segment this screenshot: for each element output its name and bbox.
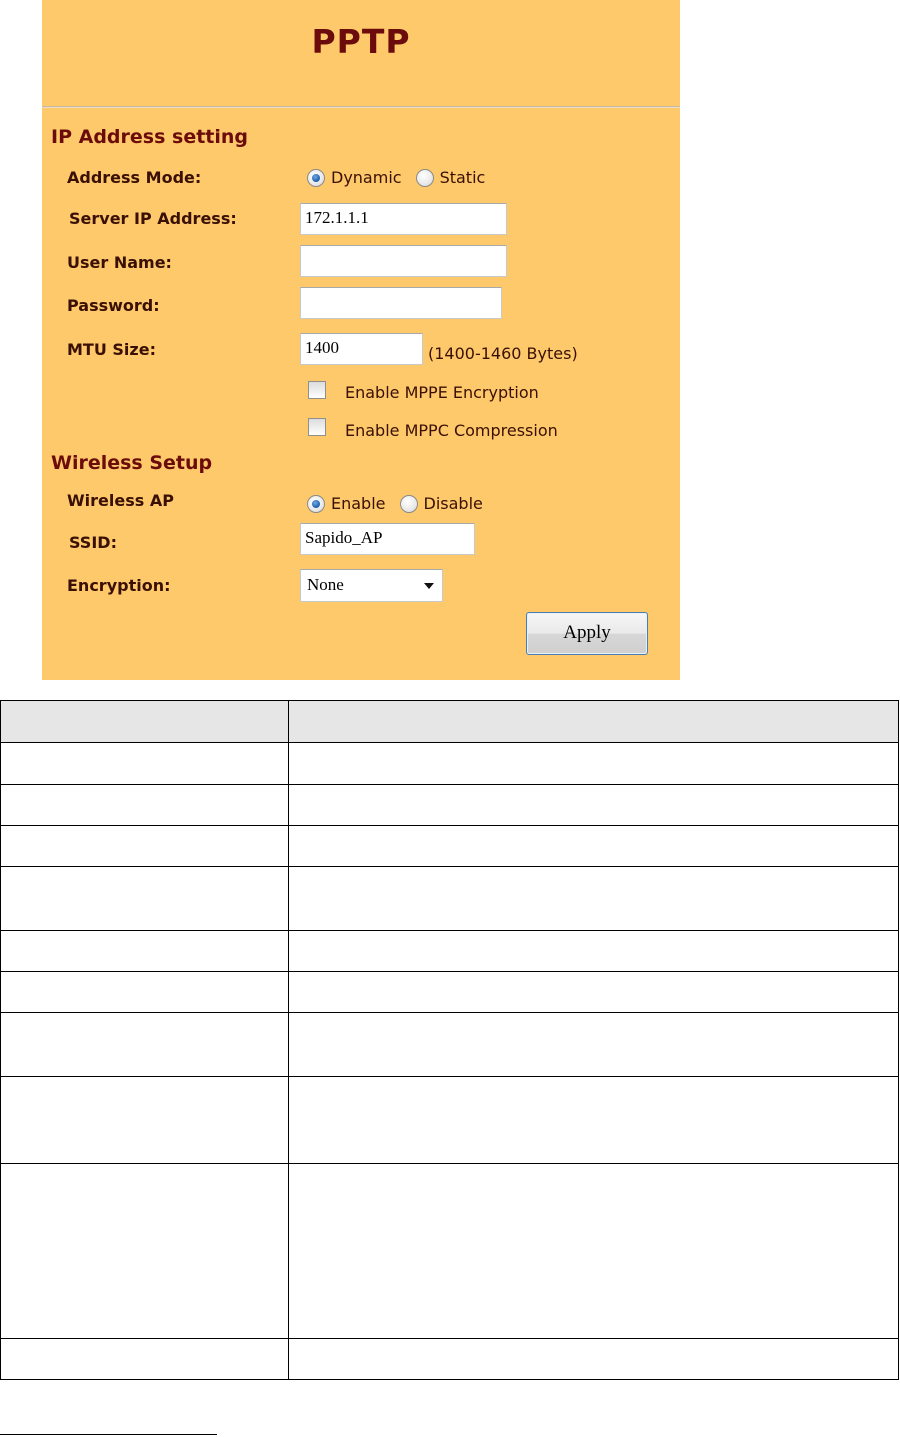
table-row bbox=[0, 784, 899, 826]
table-cell bbox=[288, 971, 899, 1013]
table-cell bbox=[288, 1076, 899, 1164]
ssid-label: SSID: bbox=[69, 533, 117, 552]
table-cell bbox=[0, 1012, 289, 1077]
address-mode-label: Address Mode: bbox=[67, 168, 202, 187]
encryption-select[interactable]: None bbox=[300, 569, 443, 602]
table-cell bbox=[288, 825, 899, 867]
mppc-checkbox[interactable] bbox=[308, 418, 326, 436]
table-cell bbox=[0, 866, 289, 931]
mppe-checkbox[interactable] bbox=[308, 381, 326, 399]
table-cell bbox=[288, 784, 899, 826]
table-row bbox=[0, 1076, 899, 1164]
footnote-divider bbox=[0, 1434, 217, 1435]
wireless-section-heading: Wireless Setup bbox=[51, 452, 213, 474]
table-cell bbox=[0, 930, 289, 972]
table-cell bbox=[288, 1163, 899, 1339]
table-cell bbox=[0, 1076, 289, 1164]
table-cell bbox=[0, 1338, 289, 1380]
wireless-ap-radio-group: Enable Disable bbox=[307, 494, 497, 513]
mppc-label: Enable MPPC Compression bbox=[345, 421, 558, 440]
table-row bbox=[0, 1012, 899, 1077]
chevron-down-icon bbox=[424, 583, 434, 589]
password-input[interactable] bbox=[300, 287, 502, 319]
mtu-size-label: MTU Size: bbox=[67, 340, 156, 359]
server-ip-input[interactable]: 172.1.1.1 bbox=[300, 203, 507, 235]
user-name-label: User Name: bbox=[67, 253, 172, 272]
title-divider bbox=[42, 106, 680, 108]
mtu-range-hint: (1400-1460 Bytes) bbox=[428, 344, 578, 363]
description-table bbox=[0, 700, 899, 1380]
table-row bbox=[0, 825, 899, 867]
wireless-ap-enable-label: Enable bbox=[331, 494, 386, 513]
mppe-label: Enable MPPE Encryption bbox=[345, 383, 539, 402]
wireless-ap-disable-radio[interactable] bbox=[399, 494, 418, 513]
table-cell bbox=[0, 825, 289, 867]
page-title: PPTP bbox=[311, 22, 411, 61]
table-header-row bbox=[0, 700, 899, 743]
address-mode-dynamic-label: Dynamic bbox=[331, 168, 402, 187]
table-cell bbox=[288, 1338, 899, 1380]
table-cell bbox=[0, 742, 289, 785]
ip-section-heading: IP Address setting bbox=[51, 126, 249, 148]
mtu-size-input[interactable]: 1400 bbox=[300, 333, 423, 365]
table-cell bbox=[288, 1012, 899, 1077]
table-header-cell bbox=[0, 700, 289, 743]
table-row bbox=[0, 742, 899, 785]
address-mode-radio-group: Dynamic Static bbox=[307, 168, 499, 187]
ssid-input[interactable]: Sapido_AP bbox=[300, 523, 475, 555]
table-cell bbox=[288, 930, 899, 972]
table-cell bbox=[288, 742, 899, 785]
table-cell bbox=[0, 784, 289, 826]
server-ip-label: Server IP Address: bbox=[69, 209, 237, 228]
wireless-ap-label: Wireless AP bbox=[67, 491, 174, 510]
table-cell bbox=[288, 866, 899, 931]
address-mode-static-radio[interactable] bbox=[415, 168, 434, 187]
table-row bbox=[0, 1338, 899, 1380]
user-name-input[interactable] bbox=[300, 245, 507, 277]
wireless-ap-disable-label: Disable bbox=[423, 494, 483, 513]
password-label: Password: bbox=[67, 296, 160, 315]
table-cell bbox=[0, 971, 289, 1013]
address-mode-dynamic-radio[interactable] bbox=[307, 168, 325, 187]
table-row bbox=[0, 1163, 899, 1339]
pptp-settings-panel: PPTP IP Address setting Address Mode: Dy… bbox=[42, 0, 680, 680]
encryption-label: Encryption: bbox=[67, 576, 171, 595]
wireless-ap-enable-radio[interactable] bbox=[307, 494, 325, 513]
table-row bbox=[0, 866, 899, 931]
table-cell bbox=[0, 1163, 289, 1339]
table-row bbox=[0, 930, 899, 972]
encryption-selected-value: None bbox=[307, 575, 344, 594]
address-mode-static-label: Static bbox=[439, 168, 486, 187]
table-row bbox=[0, 971, 899, 1013]
table-header-cell bbox=[288, 700, 899, 743]
apply-button[interactable]: Apply bbox=[526, 612, 648, 655]
